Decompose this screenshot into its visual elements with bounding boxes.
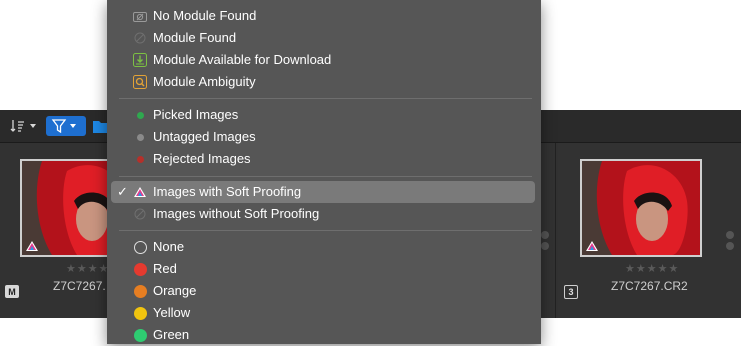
no-soft-proof-icon [133, 207, 147, 221]
menu-item-label: Red [153, 261, 177, 276]
menu-separator [119, 98, 532, 99]
menu-item-label: Rejected Images [153, 151, 251, 166]
color-red-circle-icon [133, 262, 147, 276]
cell-divider [555, 143, 556, 318]
ambiguity-icon [133, 75, 147, 89]
thumbnail-filename: Z7C7267.CR2 [611, 279, 688, 293]
module-found-icon [133, 31, 147, 45]
soft-proof-icon [133, 185, 147, 199]
menu-item-label: Images without Soft Proofing [153, 206, 320, 221]
menu-item-color-none[interactable]: None [111, 236, 535, 258]
menu-item-label: Orange [153, 283, 197, 298]
menu-item-color-yellow[interactable]: Yellow [111, 302, 535, 324]
menu-item-label: No Module Found [153, 8, 257, 23]
menu-item-label: Images with Soft Proofing [153, 184, 302, 199]
checkmark-icon: ✓ [117, 184, 128, 199]
handle-dots [726, 231, 734, 253]
no-module-icon [133, 9, 147, 23]
menu-item-color-green[interactable]: Green [111, 324, 535, 346]
filter-button[interactable] [46, 116, 86, 136]
rejected-dot-icon [133, 152, 147, 166]
menu-item-images-with-soft-proofing[interactable]: ✓ Images with Soft Proofing [111, 181, 535, 203]
menu-item-color-orange[interactable]: Orange [111, 280, 535, 302]
count-badge: 3 [564, 285, 578, 299]
menu-item-label: Module Ambiguity [153, 74, 256, 89]
menu-item-label: Untagged Images [153, 129, 256, 144]
menu-item-color-red[interactable]: Red [111, 258, 535, 280]
handle-dots [541, 231, 549, 253]
menu-item-label: Module Available for Download [153, 52, 332, 67]
menu-separator [119, 230, 532, 231]
menu-item-untagged-images[interactable]: Untagged Images [111, 126, 535, 148]
menu-item-no-module-found[interactable]: No Module Found [111, 5, 535, 27]
menu-item-module-available-download[interactable]: Module Available for Download [111, 49, 535, 71]
download-icon [133, 53, 147, 67]
menu-item-label: Yellow [153, 305, 191, 320]
rating-stars[interactable]: ★★★★★ [625, 262, 679, 275]
menu-item-label: None [153, 239, 185, 254]
menu-item-label: Picked Images [153, 107, 239, 122]
filter-dropdown-menu: No Module Found Module Found Module Avai… [107, 0, 541, 344]
menu-item-images-without-soft-proofing[interactable]: Images without Soft Proofing [111, 203, 535, 225]
picked-dot-icon [133, 108, 147, 122]
thumbnail-image-right[interactable] [580, 159, 702, 257]
color-green-circle-icon [133, 328, 147, 342]
filter-icon [51, 119, 76, 133]
color-orange-circle-icon [133, 284, 147, 298]
sort-icon [10, 120, 36, 132]
soft-proof-icon [586, 241, 598, 251]
menu-item-picked-images[interactable]: Picked Images [111, 104, 535, 126]
menu-item-module-found[interactable]: Module Found [111, 27, 535, 49]
untagged-dot-icon [133, 130, 147, 144]
sort-button[interactable] [6, 116, 42, 136]
menu-separator [119, 176, 532, 177]
thumbnail-filename: Z7C7267. [53, 279, 106, 293]
menu-item-rejected-images[interactable]: Rejected Images [111, 148, 535, 170]
menu-item-label: Module Found [153, 30, 237, 45]
module-badge: M [5, 285, 19, 298]
menu-item-label: Green [153, 327, 190, 342]
color-none-circle-icon [133, 240, 147, 254]
menu-item-module-ambiguity[interactable]: Module Ambiguity [111, 71, 535, 93]
color-yellow-circle-icon [133, 306, 147, 320]
soft-proof-icon [26, 241, 38, 251]
